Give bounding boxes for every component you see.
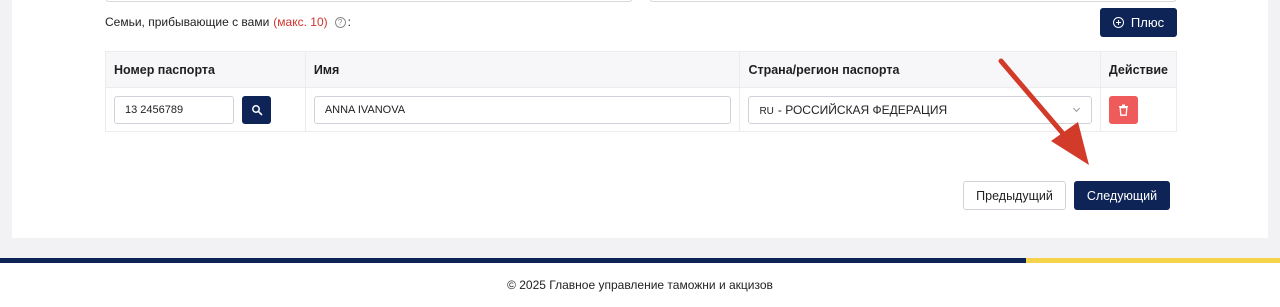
chevron-down-icon xyxy=(1072,107,1080,113)
passport-search-button[interactable] xyxy=(242,95,271,124)
table-row: 13 2456789 ANNA IVANOVA RU - РОССИЙСКАЯ … xyxy=(105,87,1178,132)
question-circle-icon[interactable]: ? xyxy=(334,16,346,28)
trash-icon xyxy=(1118,104,1128,116)
plus-button-label: Плюс xyxy=(1130,15,1165,30)
country-code: RU xyxy=(759,105,774,117)
max-note: (макс. 10) xyxy=(273,15,328,29)
header-name: Имя xyxy=(304,51,741,88)
previous-button[interactable]: Предыдущий xyxy=(963,181,1066,210)
header-passport-number: Номер паспорта xyxy=(105,51,306,88)
passport-number-input[interactable]: 13 2456789 xyxy=(114,95,234,124)
name-cell: ANNA IVANOVA xyxy=(304,87,741,132)
table-header-row: Номер паспорта Имя Страна/регион паспорт… xyxy=(105,51,1178,88)
passport-cell: 13 2456789 xyxy=(105,87,306,132)
header-action: Действие xyxy=(1099,51,1178,88)
country-select-value: RU - РОССИЙСКАЯ ФЕДЕРАЦИЯ xyxy=(759,103,947,117)
family-section-label: Семьи, прибывающие с вами (макс. 10) ? : xyxy=(105,15,351,29)
label-colon: : xyxy=(347,15,351,29)
family-label-text: Семьи, прибывающие с вами xyxy=(105,15,270,29)
delete-row-button[interactable] xyxy=(1108,95,1138,124)
footer-copyright: © 2025 Главное управление таможни и акци… xyxy=(507,278,773,292)
previous-field-bottom[interactable] xyxy=(105,0,633,2)
next-button[interactable]: Следующий xyxy=(1074,181,1170,210)
footer: © 2025 Главное управление таможни и акци… xyxy=(0,263,1280,307)
header-country: Страна/регион паспорта xyxy=(739,51,1101,88)
plus-circle-icon xyxy=(1112,17,1124,28)
search-icon xyxy=(251,104,262,115)
family-members-table: Номер паспорта Имя Страна/регион паспорт… xyxy=(105,51,1178,132)
country-name: - РОССИЙСКАЯ ФЕДЕРАЦИЯ xyxy=(777,102,948,117)
country-cell: RU - РОССИЙСКАЯ ФЕДЕРАЦИЯ xyxy=(739,87,1101,132)
add-family-member-button[interactable]: Плюс xyxy=(1100,8,1177,37)
form-card: Семьи, прибывающие с вами (макс. 10) ? :… xyxy=(12,0,1268,238)
previous-field-bottom[interactable] xyxy=(649,0,1177,2)
action-cell xyxy=(1099,87,1178,132)
name-input[interactable]: ANNA IVANOVA xyxy=(313,95,732,124)
country-select[interactable]: RU - РОССИЙСКАЯ ФЕДЕРАЦИЯ xyxy=(748,95,1092,124)
